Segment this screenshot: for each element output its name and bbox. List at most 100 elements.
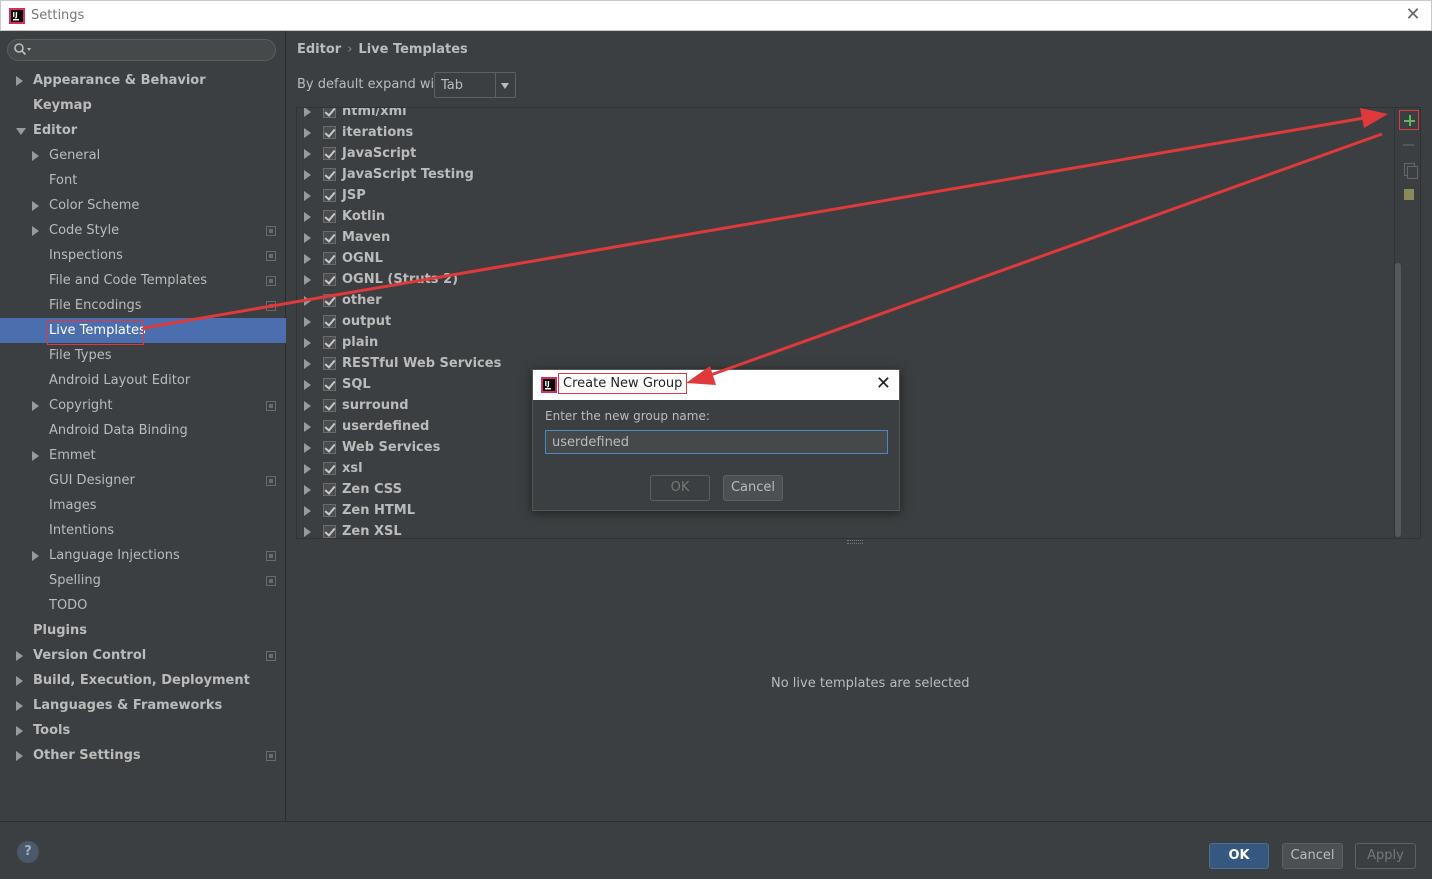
chevron-right-icon[interactable] <box>32 551 39 561</box>
cancel-button[interactable]: Cancel <box>1282 843 1343 869</box>
template-group-row[interactable]: OGNL <box>297 248 1377 269</box>
chevron-right-icon[interactable] <box>304 380 311 390</box>
group-enabled-checkbox[interactable] <box>323 252 336 265</box>
chevron-right-icon[interactable] <box>32 451 39 461</box>
group-enabled-checkbox[interactable] <box>323 168 336 181</box>
breadcrumb-parent[interactable]: Editor <box>297 42 341 57</box>
sidebar-item-emmet[interactable]: Emmet <box>0 443 286 468</box>
chevron-right-icon[interactable] <box>304 317 311 327</box>
template-group-row[interactable]: JavaScript Testing <box>297 164 1377 185</box>
remove-icon[interactable] <box>1399 135 1419 155</box>
add-icon[interactable] <box>1399 110 1419 130</box>
template-group-row[interactable]: plain <box>297 332 1377 353</box>
group-enabled-checkbox[interactable] <box>323 483 336 496</box>
template-group-row[interactable]: Zen XSL <box>297 521 1377 538</box>
sidebar-item-spelling[interactable]: Spelling <box>0 568 286 593</box>
group-enabled-checkbox[interactable] <box>323 147 336 160</box>
template-group-row[interactable]: other <box>297 290 1377 311</box>
sidebar-item-file-types[interactable]: File Types <box>0 343 286 368</box>
template-group-row[interactable]: iterations <box>297 122 1377 143</box>
dialog-close-icon[interactable]: ✕ <box>876 373 891 394</box>
chevron-right-icon[interactable] <box>304 254 311 264</box>
chevron-right-icon[interactable] <box>304 108 311 117</box>
sidebar-item-plugins[interactable]: Plugins <box>0 618 286 643</box>
template-group-row[interactable]: JSP <box>297 185 1377 206</box>
sidebar-item-code-style[interactable]: Code Style <box>0 218 286 243</box>
sidebar-item-keymap[interactable]: Keymap <box>0 93 286 118</box>
group-enabled-checkbox[interactable] <box>323 336 336 349</box>
ok-button[interactable]: OK <box>1209 843 1269 869</box>
group-enabled-checkbox[interactable] <box>323 462 336 475</box>
chevron-right-icon[interactable] <box>304 338 311 348</box>
chevron-right-icon[interactable] <box>32 226 39 236</box>
chevron-right-icon[interactable] <box>304 128 311 138</box>
sidebar-item-color-scheme[interactable]: Color Scheme <box>0 193 286 218</box>
template-group-row[interactable]: Kotlin <box>297 206 1377 227</box>
group-enabled-checkbox[interactable] <box>323 399 336 412</box>
chevron-right-icon[interactable] <box>304 212 311 222</box>
chevron-right-icon[interactable] <box>304 149 311 159</box>
chevron-right-icon[interactable] <box>16 751 23 761</box>
template-group-row[interactable]: html/xml <box>297 108 1377 122</box>
template-group-row[interactable]: Maven <box>297 227 1377 248</box>
sidebar-item-tools[interactable]: Tools <box>0 718 286 743</box>
chevron-right-icon[interactable] <box>304 527 311 537</box>
sidebar-item-build-execution-deployment[interactable]: Build, Execution, Deployment <box>0 668 286 693</box>
chevron-right-icon[interactable] <box>304 191 311 201</box>
apply-button[interactable]: Apply <box>1355 843 1416 869</box>
group-enabled-checkbox[interactable] <box>323 525 336 538</box>
group-name-input[interactable] <box>545 430 888 454</box>
expand-key-dropdown[interactable]: Tab <box>434 72 516 98</box>
chevron-right-icon[interactable] <box>304 170 311 180</box>
sidebar-item-appearance-behavior[interactable]: Appearance & Behavior <box>0 68 286 93</box>
sidebar-item-file-encodings[interactable]: File Encodings <box>0 293 286 318</box>
chevron-right-icon[interactable] <box>304 485 311 495</box>
chevron-right-icon[interactable] <box>16 676 23 686</box>
group-enabled-checkbox[interactable] <box>323 294 336 307</box>
window-close-icon[interactable]: ✕ <box>1403 5 1423 25</box>
sidebar-item-editor[interactable]: Editor <box>0 118 286 143</box>
chevron-right-icon[interactable] <box>16 76 23 86</box>
template-group-row[interactable]: JavaScript <box>297 143 1377 164</box>
sidebar-item-languages-frameworks[interactable]: Languages & Frameworks <box>0 693 286 718</box>
settings-search-input[interactable] <box>7 39 276 61</box>
restore-icon[interactable] <box>1399 185 1419 205</box>
chevron-right-icon[interactable] <box>32 151 39 161</box>
chevron-down-icon[interactable] <box>16 128 26 135</box>
sidebar-item-general[interactable]: General <box>0 143 286 168</box>
chevron-right-icon[interactable] <box>304 464 311 474</box>
chevron-right-icon[interactable] <box>32 201 39 211</box>
help-button[interactable]: ? <box>17 841 39 863</box>
sidebar-item-language-injections[interactable]: Language Injections <box>0 543 286 568</box>
group-enabled-checkbox[interactable] <box>323 441 336 454</box>
copy-icon[interactable] <box>1399 160 1419 180</box>
sidebar-item-other-settings[interactable]: Other Settings <box>0 743 286 768</box>
chevron-right-icon[interactable] <box>16 701 23 711</box>
sidebar-item-images[interactable]: Images <box>0 493 286 518</box>
sidebar-item-android-data-binding[interactable]: Android Data Binding <box>0 418 286 443</box>
sidebar-item-todo[interactable]: TODO <box>0 593 286 618</box>
dialog-ok-button[interactable]: OK <box>650 475 710 501</box>
group-enabled-checkbox[interactable] <box>323 357 336 370</box>
chevron-right-icon[interactable] <box>304 443 311 453</box>
group-enabled-checkbox[interactable] <box>323 420 336 433</box>
sidebar-item-copyright[interactable]: Copyright <box>0 393 286 418</box>
panel-splitter[interactable] <box>847 540 863 544</box>
group-enabled-checkbox[interactable] <box>323 189 336 202</box>
chevron-right-icon[interactable] <box>304 422 311 432</box>
template-group-row[interactable]: OGNL (Struts 2) <box>297 269 1377 290</box>
sidebar-item-version-control[interactable]: Version Control <box>0 643 286 668</box>
group-enabled-checkbox[interactable] <box>323 231 336 244</box>
chevron-right-icon[interactable] <box>304 233 311 243</box>
group-enabled-checkbox[interactable] <box>323 126 336 139</box>
sidebar-item-gui-designer[interactable]: GUI Designer <box>0 468 286 493</box>
chevron-down-icon[interactable] <box>495 73 515 97</box>
chevron-right-icon[interactable] <box>304 275 311 285</box>
chevron-right-icon[interactable] <box>304 506 311 516</box>
sidebar-item-intentions[interactable]: Intentions <box>0 518 286 543</box>
chevron-right-icon[interactable] <box>304 359 311 369</box>
chevron-right-icon[interactable] <box>16 651 23 661</box>
group-enabled-checkbox[interactable] <box>323 504 336 517</box>
chevron-right-icon[interactable] <box>32 401 39 411</box>
sidebar-item-font[interactable]: Font <box>0 168 286 193</box>
